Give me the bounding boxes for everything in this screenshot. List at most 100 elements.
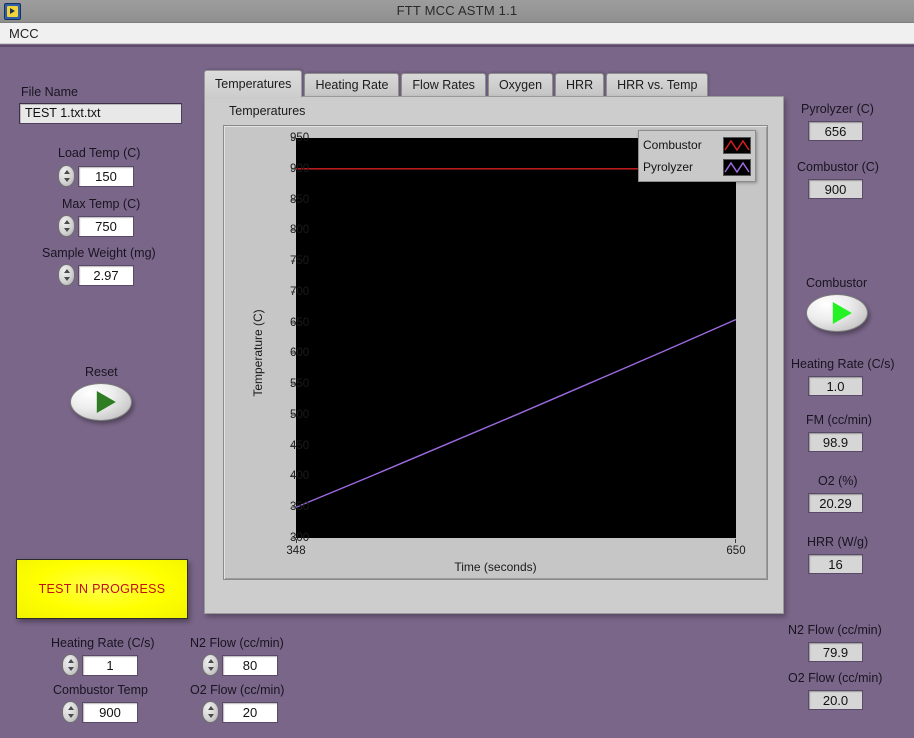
temperature-graph[interactable]: Temperature (C) Time (seconds) Combustor… <box>223 125 768 580</box>
y-tick-mark <box>291 168 295 169</box>
tab-label: Oxygen <box>499 78 542 92</box>
bottom-o2-flow-label: O2 Flow (cc/min) <box>190 683 284 697</box>
bottom-n2-flow-control[interactable]: 80 <box>202 654 278 676</box>
y-tick-mark <box>291 353 295 354</box>
x-tick-label: 348 <box>286 545 305 557</box>
fm-label: FM (cc/min) <box>806 413 872 427</box>
tab-label: Heating Rate <box>315 78 388 92</box>
pyrolyzer-label: Pyrolyzer (C) <box>801 102 874 116</box>
combustor-switch[interactable] <box>806 294 868 332</box>
y-axis-label: Temperature (C) <box>251 309 265 396</box>
legend-item-combustor[interactable]: Combustor <box>643 134 751 156</box>
tab-page-temperatures: Temperatures Temperature (C) Time (secon… <box>204 96 784 614</box>
tab-oxygen[interactable]: Oxygen <box>488 73 553 97</box>
tab-heating-rate[interactable]: Heating Rate <box>304 73 399 97</box>
tab-label: Temperatures <box>215 77 291 91</box>
window-title: FTT MCC ASTM 1.1 <box>0 0 914 23</box>
file-name-label: File Name <box>21 85 78 99</box>
bottom-heating-rate-stepper[interactable] <box>62 654 79 676</box>
x-tick-label: 650 <box>726 545 745 557</box>
bottom-n2-flow-input[interactable]: 80 <box>222 655 278 676</box>
plot-lines <box>296 138 736 538</box>
play-triangle-icon <box>97 391 116 413</box>
sample-weight-stepper[interactable] <box>58 264 75 286</box>
x-tick-mark <box>296 539 297 543</box>
bottom-n2-flow-label: N2 Flow (cc/min) <box>190 636 284 650</box>
y-tick-mark <box>291 507 295 508</box>
combustor-temp-stepper[interactable] <box>62 701 79 723</box>
menu-item-mcc[interactable]: MCC <box>9 23 39 44</box>
legend-swatch <box>723 137 751 154</box>
y-tick-mark <box>291 538 295 539</box>
right-o2-flow-label: O2 Flow (cc/min) <box>788 671 882 685</box>
hrr-label: HRR (W/g) <box>807 535 868 549</box>
legend-item-pyrolyzer[interactable]: Pyrolyzer <box>643 156 751 178</box>
file-name-input[interactable]: TEST 1.txt.txt <box>19 103 182 124</box>
fm-indicator: 98.9 <box>808 432 863 452</box>
tab-control: Temperatures Heating Rate Flow Rates Oxygen… <box>204 70 784 614</box>
bottom-heating-rate-input[interactable]: 1 <box>82 655 138 676</box>
bottom-n2-flow-stepper[interactable] <box>202 654 219 676</box>
max-temp-stepper[interactable] <box>58 215 75 237</box>
x-tick-mark <box>735 539 736 543</box>
max-temp-control[interactable]: 750 <box>58 215 134 237</box>
load-temp-stepper[interactable] <box>58 165 75 187</box>
hrr-indicator: 16 <box>808 554 863 574</box>
reset-button[interactable] <box>70 383 132 421</box>
y-tick-mark <box>291 199 295 200</box>
pyrolyzer-indicator: 656 <box>808 121 863 141</box>
play-triangle-icon <box>833 302 852 324</box>
y-tick-mark <box>291 138 295 139</box>
bottom-o2-flow-input[interactable]: 20 <box>222 702 278 723</box>
o2-pct-label: O2 (%) <box>818 474 858 488</box>
right-n2-flow-label: N2 Flow (cc/min) <box>788 623 882 637</box>
right-n2-flow-indicator: 79.9 <box>808 642 863 662</box>
max-temp-label: Max Temp (C) <box>62 197 140 211</box>
load-temp-control[interactable]: 150 <box>58 165 134 187</box>
reset-label: Reset <box>85 365 118 379</box>
sample-weight-label: Sample Weight (mg) <box>42 246 156 260</box>
plot-area[interactable] <box>296 138 736 538</box>
bottom-heating-rate-control[interactable]: 1 <box>62 654 138 676</box>
tab-label: Flow Rates <box>412 78 475 92</box>
legend-label: Combustor <box>643 138 702 152</box>
y-tick-mark <box>291 230 295 231</box>
combustor-c-label: Combustor (C) <box>797 160 879 174</box>
legend-swatch <box>723 159 751 176</box>
y-tick-mark <box>291 261 295 262</box>
combustor-temp-input[interactable]: 900 <box>82 702 138 723</box>
graph-legend[interactable]: Combustor Pyrolyzer <box>638 130 756 182</box>
menu-bar: MCC <box>0 23 914 44</box>
tab-label: HRR vs. Temp <box>617 78 697 92</box>
tab-flow-rates[interactable]: Flow Rates <box>401 73 486 97</box>
tab-temperatures[interactable]: Temperatures <box>204 70 302 97</box>
right-o2-flow-indicator: 20.0 <box>808 690 863 710</box>
tab-label: HRR <box>566 78 593 92</box>
tab-hrr[interactable]: HRR <box>555 73 604 97</box>
status-banner-text: TEST IN PROGRESS <box>39 582 166 596</box>
window-title-bar: FTT MCC ASTM 1.1 <box>0 0 914 23</box>
y-tick-mark <box>291 384 295 385</box>
tab-strip: Temperatures Heating Rate Flow Rates Oxygen… <box>204 70 710 97</box>
combustor-c-indicator: 900 <box>808 179 863 199</box>
max-temp-input[interactable]: 750 <box>78 216 134 237</box>
right-heating-rate-label: Heating Rate (C/s) <box>791 357 895 371</box>
sample-weight-input[interactable]: 2.97 <box>78 265 134 286</box>
bottom-o2-flow-stepper[interactable] <box>202 701 219 723</box>
front-panel: File Name TEST 1.txt.txt Load Temp (C) 1… <box>0 45 914 738</box>
o2-pct-indicator: 20.29 <box>808 493 863 513</box>
combustor-switch-label: Combustor <box>806 276 867 290</box>
combustor-temp-label: Combustor Temp <box>53 683 148 697</box>
legend-label: Pyrolyzer <box>643 160 693 174</box>
sample-weight-control[interactable]: 2.97 <box>58 264 134 286</box>
x-axis-label: Time (seconds) <box>224 560 767 574</box>
load-temp-input[interactable]: 150 <box>78 166 134 187</box>
graph-caption: Temperatures <box>229 104 305 118</box>
y-tick-mark <box>291 414 295 415</box>
y-tick-mark <box>291 291 295 292</box>
status-banner: TEST IN PROGRESS <box>16 559 188 619</box>
tab-hrr-vs-temp[interactable]: HRR vs. Temp <box>606 73 708 97</box>
bottom-heating-rate-label: Heating Rate (C/s) <box>51 636 155 650</box>
bottom-o2-flow-control[interactable]: 20 <box>202 701 278 723</box>
combustor-temp-control[interactable]: 900 <box>62 701 138 723</box>
